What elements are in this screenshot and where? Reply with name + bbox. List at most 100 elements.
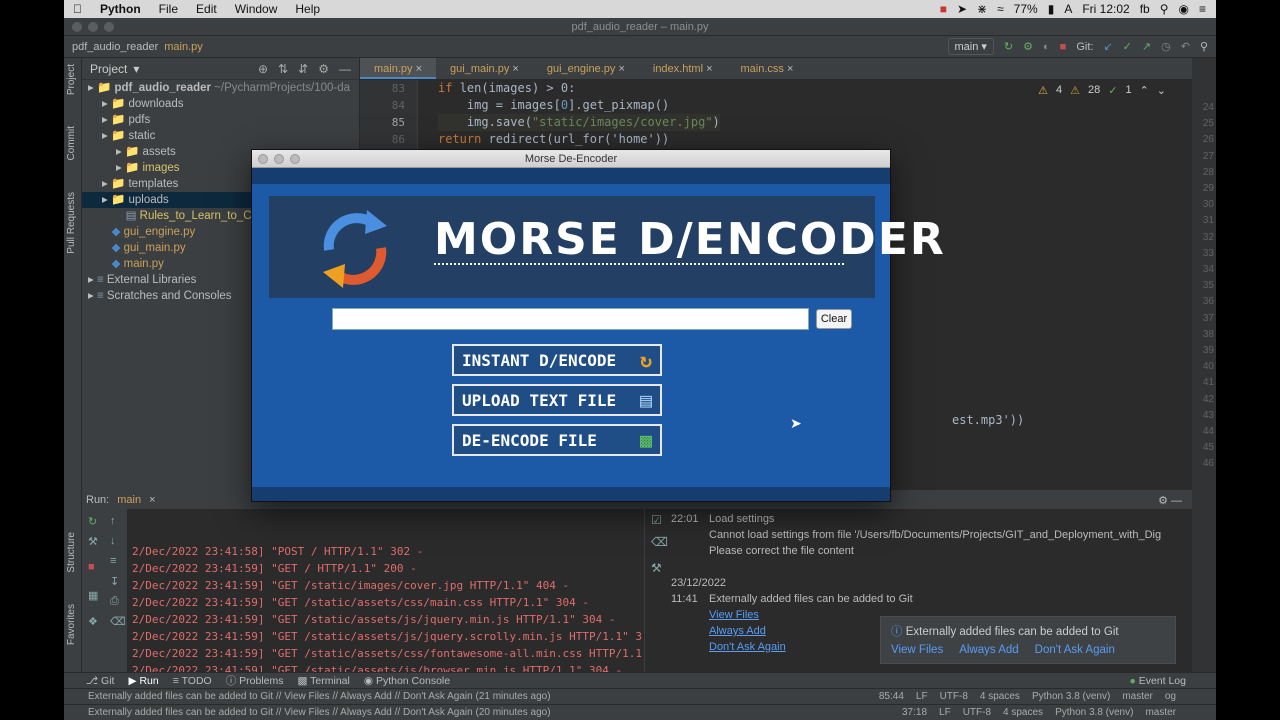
wrench-icon[interactable]: ⚒ — [88, 535, 98, 548]
notif-dont-ask-again[interactable]: Don't Ask Again — [1035, 644, 1115, 656]
close-icon[interactable]: × — [618, 63, 624, 75]
expand-arrow-icon[interactable] — [102, 226, 112, 238]
collapse-all-icon[interactable]: ⇵ — [298, 62, 308, 76]
close-icon[interactable]: × — [416, 63, 422, 75]
de-encode-file-button[interactable]: DE-ENCODE FILE ▩ — [452, 424, 662, 456]
expand-arrow-icon[interactable] — [102, 258, 112, 270]
close-icon[interactable]: × — [787, 63, 793, 75]
expand-arrow-icon[interactable] — [116, 210, 126, 222]
tree-item[interactable]: ▸ 📁 pdfs — [82, 112, 359, 128]
tab-gui-main-py[interactable]: gui_main.py × — [436, 58, 533, 79]
tool-event-log[interactable]: ● Event Log — [1129, 675, 1216, 687]
view-files-link[interactable]: View Files — [709, 609, 759, 621]
input-source-icon[interactable]: A — [1064, 2, 1072, 16]
interpreter[interactable]: Python 3.8 (venv) — [1032, 691, 1110, 702]
layout-icon[interactable]: ▦ — [88, 589, 98, 602]
git-commit-icon[interactable]: ✓ — [1123, 40, 1132, 53]
mark-read-icon[interactable]: ☑ — [651, 513, 662, 527]
expand-arrow-icon[interactable]: ▸ — [102, 114, 111, 126]
tool-python-console[interactable]: ◉ Python Console — [364, 675, 450, 687]
git-update-icon[interactable]: ↙ — [1103, 40, 1112, 53]
tab-main-css[interactable]: main.css × — [727, 58, 808, 79]
tab-index-html[interactable]: index.html × — [639, 58, 727, 79]
instant-decode-button[interactable]: INSTANT D/ENCODE ↻ — [452, 344, 662, 376]
stop-icon[interactable]: ■ — [1060, 41, 1067, 53]
morse-text-input[interactable] — [332, 308, 809, 330]
close-icon[interactable]: × — [512, 63, 518, 75]
tool-commit[interactable]: Commit — [66, 126, 77, 160]
tool-project[interactable]: Project — [66, 64, 77, 95]
bluetooth-icon[interactable]: ⋇ — [977, 2, 987, 16]
rerun-icon[interactable]: ↻ — [1004, 40, 1013, 53]
tab-gui-engine-py[interactable]: gui_engine.py × — [533, 58, 639, 79]
inspection-widget[interactable]: ⚠ 4 ⚠ 28 ✓ 1 ⌃ ⌄ — [1038, 84, 1166, 97]
minimize-window-button[interactable] — [274, 154, 284, 164]
dont-ask-again-link[interactable]: Don't Ask Again — [709, 641, 786, 653]
line-separator[interactable]: LF — [939, 707, 951, 718]
tool-pull-requests[interactable]: Pull Requests — [66, 192, 77, 254]
battery-percent[interactable]: 77% — [1014, 2, 1038, 16]
git-branch[interactable]: master — [1145, 707, 1176, 718]
menu-help[interactable]: Help — [286, 2, 329, 16]
expand-arrow-icon[interactable]: ▸ — [88, 82, 97, 94]
tool-todo[interactable]: ≡ TODO — [173, 675, 212, 687]
trash-icon[interactable]: ⌫ — [110, 615, 126, 628]
line-separator[interactable]: LF — [916, 691, 928, 702]
print-icon[interactable]: ⎙ — [110, 595, 119, 608]
interpreter[interactable]: Python 3.8 (venv) — [1055, 707, 1133, 718]
gear-icon[interactable]: ⚙ — [318, 62, 329, 76]
indent-setting[interactable]: 4 spaces — [1003, 707, 1043, 718]
breadcrumb-project[interactable]: pdf_audio_reader — [64, 41, 158, 53]
app-menu[interactable]: Python — [91, 2, 150, 16]
expand-arrow-icon[interactable] — [102, 242, 112, 254]
caret-position[interactable]: 37:18 — [902, 707, 927, 718]
tree-item[interactable]: ▸ 📁 static — [82, 128, 359, 144]
up-arrow-icon[interactable]: ↑ — [110, 515, 116, 527]
expand-arrow-icon[interactable]: ▸ — [102, 98, 111, 110]
wrap-icon[interactable]: ≡ — [110, 555, 116, 567]
clear-button[interactable]: Clear — [816, 309, 852, 329]
clock[interactable]: Fri 12:02 — [1082, 2, 1129, 16]
spotlight-icon[interactable]: ⚲ — [1160, 2, 1169, 16]
run-config-tab[interactable]: main — [117, 494, 141, 506]
tree-item[interactable]: ▸ 📁 downloads — [82, 96, 359, 112]
expand-arrow-icon[interactable]: ▸ — [102, 130, 111, 142]
siri-icon[interactable]: ◉ — [1179, 2, 1189, 16]
search-everywhere-icon[interactable]: ⚲ — [1200, 40, 1208, 53]
battery-icon[interactable]: ▮ — [1048, 2, 1055, 16]
hide-icon[interactable]: — — [339, 62, 351, 76]
status-message[interactable]: Externally added files can be added to G… — [88, 707, 551, 718]
tool-favorites[interactable]: Favorites — [66, 604, 77, 645]
menu-file[interactable]: File — [150, 2, 187, 16]
chevron-down-icon[interactable]: ▾ — [133, 62, 139, 76]
pin-icon[interactable]: ❖ — [88, 615, 98, 628]
zoom-window-button[interactable] — [104, 22, 114, 32]
close-icon[interactable]: × — [706, 63, 712, 75]
debug-icon[interactable]: ⚙ — [1023, 40, 1033, 53]
git-rollback-icon[interactable]: ↶ — [1181, 40, 1190, 53]
menu-window[interactable]: Window — [226, 2, 287, 16]
scroll-end-icon[interactable]: ↧ — [110, 575, 119, 588]
tool-git[interactable]: ⎇ Git — [86, 675, 114, 687]
rerun-icon[interactable]: ↻ — [88, 515, 97, 528]
down-arrow-icon[interactable]: ↓ — [110, 535, 116, 547]
expand-arrow-icon[interactable]: ▸ — [88, 274, 97, 286]
notif-view-files[interactable]: View Files — [891, 644, 943, 656]
gear-icon[interactable]: ⚙ — — [1158, 494, 1192, 507]
tool-run[interactable]: ▶ Run — [128, 675, 158, 687]
git-history-icon[interactable]: ◷ — [1161, 40, 1171, 53]
upload-text-file-button[interactable]: UPLOAD TEXT FILE ▤ — [452, 384, 662, 416]
always-add-link[interactable]: Always Add — [709, 625, 766, 637]
close-icon[interactable]: × — [149, 494, 155, 506]
expand-arrow-icon[interactable]: ▸ — [102, 194, 111, 206]
expand-arrow-icon[interactable]: ▸ — [116, 146, 125, 158]
menu-edit[interactable]: Edit — [187, 2, 226, 16]
run-console[interactable]: 2/Dec/2022 23:41:58] "POST / HTTP/1.1" 3… — [132, 543, 642, 679]
tree-item[interactable]: ▸ 📁 pdf_audio_reader ~/PycharmProjects/1… — [82, 80, 359, 96]
apple-icon[interactable]:  — [64, 2, 91, 16]
user-name[interactable]: fb — [1140, 2, 1150, 16]
file-encoding[interactable]: UTF-8 — [940, 691, 968, 702]
expand-arrow-icon[interactable]: ▸ — [102, 178, 111, 190]
control-center-icon[interactable]: ≡ — [1199, 2, 1206, 16]
chevron-down-icon[interactable]: ⌄ — [1157, 84, 1166, 97]
